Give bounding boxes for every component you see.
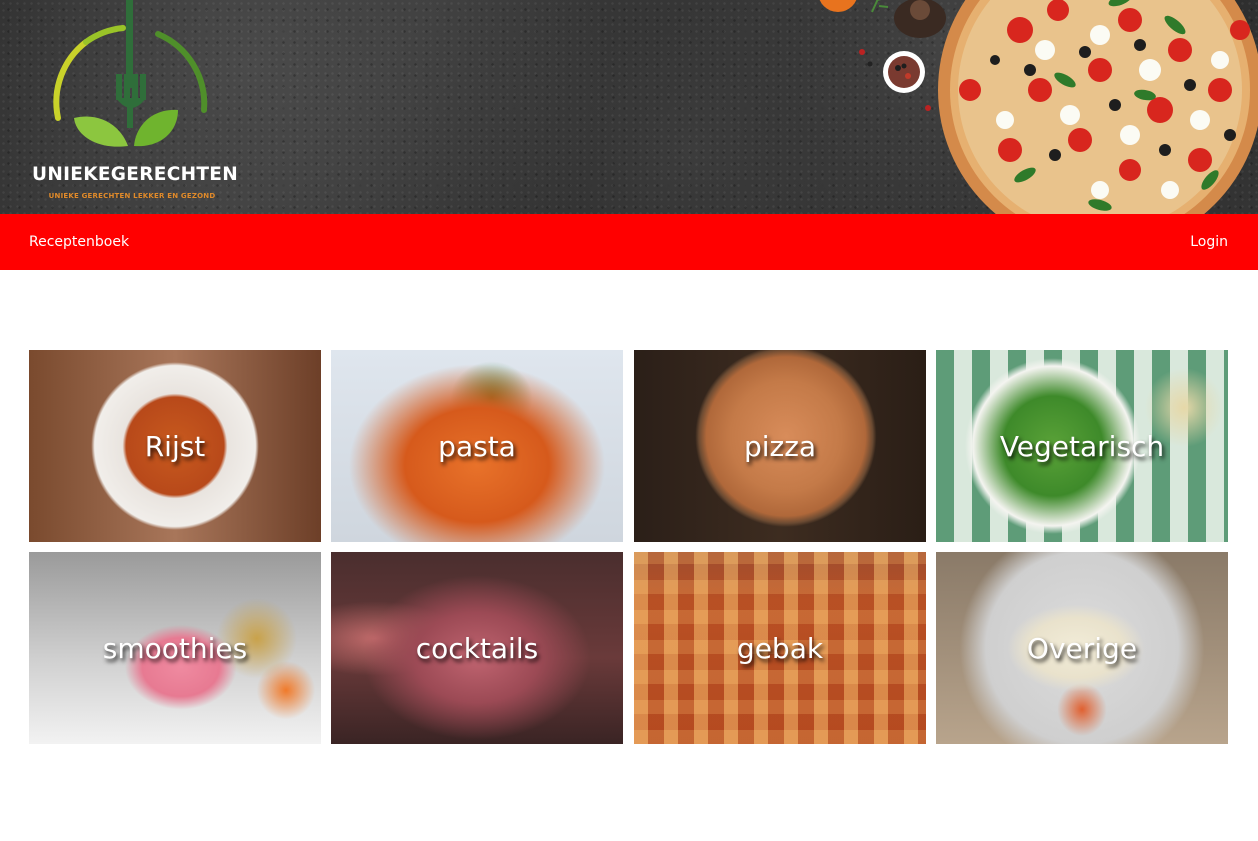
category-tile-smoothies[interactable]: smoothies xyxy=(29,552,321,744)
category-tile-gebak[interactable]: gebak xyxy=(634,552,926,744)
category-label: Vegetarisch xyxy=(999,429,1165,463)
category-label: pizza xyxy=(743,429,817,463)
category-label: Rijst xyxy=(144,429,206,463)
category-tile-vegetarisch[interactable]: Vegetarisch xyxy=(936,350,1228,542)
top-navbar: Receptenboek Login xyxy=(0,214,1258,270)
category-label: cocktails xyxy=(415,631,539,665)
category-label: pasta xyxy=(438,429,516,463)
nav-login-link[interactable]: Login xyxy=(1190,214,1228,270)
category-tile-cocktails[interactable]: cocktails xyxy=(331,552,623,744)
nav-receptenboek-link[interactable]: Receptenboek xyxy=(29,214,129,270)
logo-wordmark: UNIEKEGERECHTEN xyxy=(32,164,239,185)
category-label: smoothies xyxy=(102,631,248,665)
category-tile-overige[interactable]: Overige xyxy=(936,552,1228,744)
category-label: gebak xyxy=(736,631,824,665)
logo-fork-leaf-icon xyxy=(53,0,208,147)
pizza-decoration-image xyxy=(819,0,1258,214)
category-label: Overige xyxy=(1026,631,1138,665)
site-logo[interactable]: UNIEKEGERECHTEN UNIEKE GERECHTEN LEKKER … xyxy=(28,0,238,210)
category-tile-pasta[interactable]: pasta xyxy=(331,350,623,542)
category-tile-rijst[interactable]: Rijst xyxy=(29,350,321,542)
category-tile-pizza[interactable]: pizza xyxy=(634,350,926,542)
header-banner: UNIEKEGERECHTEN UNIEKE GERECHTEN LEKKER … xyxy=(0,0,1258,214)
logo-tagline: UNIEKE GERECHTEN LEKKER EN GEZOND xyxy=(48,192,216,200)
